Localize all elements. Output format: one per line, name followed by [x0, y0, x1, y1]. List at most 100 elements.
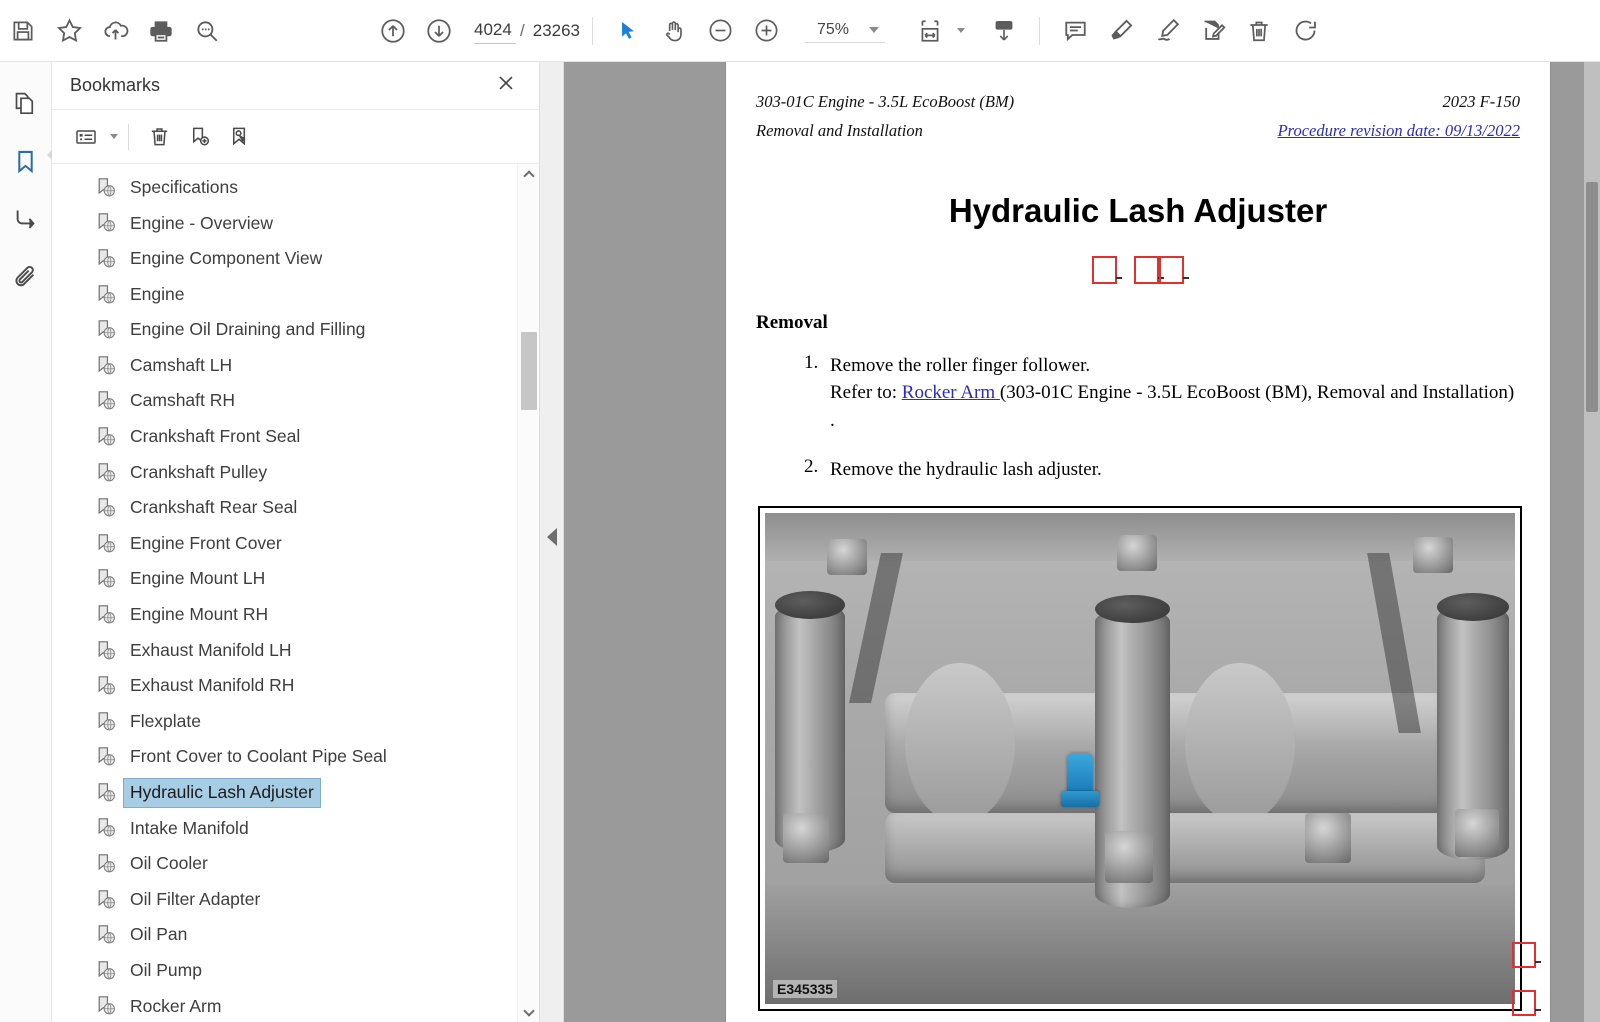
highlighted-lash-adjuster — [1067, 753, 1093, 795]
bookmark-item[interactable]: Flexplate — [52, 704, 539, 740]
document-viewport[interactable]: 303-01C Engine - 3.5L EcoBoost (BM) Remo… — [564, 62, 1600, 1022]
bookmarks-scrollbar[interactable] — [517, 164, 539, 1022]
step-number: 1. — [804, 352, 830, 435]
zoom-in-icon[interactable] — [743, 8, 789, 54]
missing-glyph-row — [756, 256, 1520, 284]
page-navigation-group: / 23263 — [370, 8, 580, 54]
main-toolbar: / 23263 — [0, 0, 1600, 62]
bookmark-item[interactable]: Hydraulic Lash Adjuster — [52, 775, 539, 811]
bookmark-page-icon — [96, 568, 118, 590]
bookmark-item[interactable]: Oil Pan — [52, 917, 539, 953]
bookmarks-scrollbar-thumb[interactable] — [521, 332, 537, 410]
bookmark-item[interactable]: Crankshaft Pulley — [52, 455, 539, 491]
trash-icon[interactable] — [1236, 8, 1282, 54]
bookmark-item[interactable]: Oil Pump — [52, 953, 539, 989]
page-title: Hydraulic Lash Adjuster — [756, 192, 1520, 230]
page-number-input[interactable] — [474, 18, 516, 44]
bookmark-page-icon — [96, 390, 118, 412]
document-scrollbar-thumb[interactable] — [1586, 182, 1598, 412]
chevron-down-icon[interactable] — [869, 27, 879, 33]
bookmark-item[interactable]: Oil Filter Adapter — [52, 882, 539, 918]
page-up-icon[interactable] — [370, 8, 416, 54]
procedure-step: 1. Remove the roller finger follower. Re… — [804, 352, 1520, 435]
bookmark-item[interactable]: Crankshaft Rear Seal — [52, 490, 539, 526]
document-running-header: 303-01C Engine - 3.5L EcoBoost (BM) Remo… — [756, 88, 1520, 146]
bookmark-item[interactable]: Engine Mount LH — [52, 562, 539, 598]
bookmark-item[interactable]: Camshaft RH — [52, 384, 539, 420]
step-reference-line: Refer to: Rocker Arm (303-01C Engine - 3… — [830, 379, 1520, 434]
bookmark-page-icon — [96, 248, 118, 270]
scroll-up-arrow-icon[interactable] — [518, 164, 539, 184]
hand-pan-icon[interactable] — [651, 8, 697, 54]
bookmark-item[interactable]: Engine Mount RH — [52, 597, 539, 633]
bookmark-item[interactable]: Intake Manifold — [52, 811, 539, 847]
close-icon[interactable] — [489, 66, 523, 105]
edit-bookmark-icon[interactable] — [219, 118, 259, 156]
bookmark-page-icon — [96, 889, 118, 911]
bookmark-page-icon — [96, 640, 118, 662]
rotate-icon[interactable] — [1282, 8, 1328, 54]
bookmark-page-icon — [96, 462, 118, 484]
highlight-icon[interactable] — [1098, 8, 1144, 54]
new-bookmark-icon[interactable] — [179, 118, 219, 156]
sidebar-item-layers[interactable] — [4, 194, 48, 244]
bookmark-item[interactable]: Exhaust Manifold RH — [52, 668, 539, 704]
panel-title: Bookmarks — [70, 75, 489, 96]
file-tools-group — [0, 8, 230, 54]
sidebar-item-attachments[interactable] — [4, 252, 48, 302]
search-icon[interactable] — [184, 8, 230, 54]
procedure-step: 2. Remove the hydraulic lash adjuster. — [804, 456, 1520, 484]
rocker-arm-link[interactable]: Rocker Arm — [902, 382, 1000, 403]
bookmark-item[interactable]: Engine - Overview — [52, 206, 539, 242]
fit-options-chevron-icon[interactable] — [957, 28, 965, 33]
figure-caption: E345335 — [773, 980, 837, 998]
bookmarks-scroll-region[interactable]: Specifications Engine - Overview Engine … — [52, 164, 539, 1022]
bookmark-label: Oil Pump — [124, 957, 208, 985]
bookmark-item[interactable]: Specifications — [52, 170, 539, 206]
scroll-down-arrow-icon[interactable] — [518, 1002, 539, 1022]
fit-page-width-icon[interactable] — [907, 8, 953, 54]
procedure-revision-link[interactable]: Procedure revision date: 09/13/2022 — [1278, 117, 1520, 146]
bookmark-item[interactable]: Engine Front Cover — [52, 526, 539, 562]
select-cursor-icon[interactable] — [605, 8, 651, 54]
star-icon[interactable] — [46, 8, 92, 54]
bookmark-item[interactable]: Front Cover to Coolant Pipe Seal — [52, 740, 539, 776]
bookmark-item[interactable]: Engine Component View — [52, 241, 539, 277]
bookmark-list: Specifications Engine - Overview Engine … — [52, 170, 539, 1022]
panel-collapse-handle[interactable] — [540, 62, 564, 1022]
header-right: 2023 F-150 Procedure revision date: 09/1… — [1278, 88, 1520, 146]
sidebar-item-page-thumbnails[interactable] — [4, 78, 48, 128]
zoom-level-control[interactable]: 75% — [805, 19, 885, 43]
bookmark-item[interactable]: Engine — [52, 277, 539, 313]
bookmark-item[interactable]: Engine Oil Draining and Filling — [52, 312, 539, 348]
options-chevron-icon[interactable] — [110, 134, 118, 139]
highlighted-lash-adjuster-base — [1061, 791, 1099, 807]
bookmark-label: Crankshaft Front Seal — [124, 423, 306, 451]
save-icon[interactable] — [0, 8, 46, 54]
stamp-edit-icon[interactable] — [1190, 8, 1236, 54]
print-icon[interactable] — [138, 8, 184, 54]
bookmark-item[interactable]: Exhaust Manifold LH — [52, 633, 539, 669]
bookmark-item[interactable]: Rocker Arm — [52, 989, 539, 1022]
bookmark-page-icon — [96, 177, 118, 199]
bookmark-page-icon — [96, 782, 118, 804]
options-menu-icon[interactable] — [66, 118, 106, 156]
sidebar-item-bookmarks[interactable] — [4, 136, 48, 186]
missing-glyph-box — [1512, 942, 1536, 968]
toolbar-divider-2 — [1039, 17, 1040, 45]
bookmark-item[interactable]: Camshaft LH — [52, 348, 539, 384]
comment-icon[interactable] — [1052, 8, 1098, 54]
zoom-out-icon[interactable] — [697, 8, 743, 54]
bookmark-label: Camshaft LH — [124, 352, 238, 380]
bookmark-item[interactable]: Crankshaft Front Seal — [52, 419, 539, 455]
document-scrollbar[interactable] — [1584, 62, 1600, 1022]
page-scroll-mode-icon[interactable] — [981, 8, 1027, 54]
bookmark-page-icon — [96, 355, 118, 377]
pdf-viewer-window: / 23263 — [0, 0, 1600, 1022]
left-nav-rail — [0, 62, 52, 1022]
page-down-icon[interactable] — [416, 8, 462, 54]
delete-bookmark-icon[interactable] — [139, 118, 179, 156]
cloud-upload-icon[interactable] — [92, 8, 138, 54]
sign-pen-icon[interactable] — [1144, 8, 1190, 54]
bookmark-item[interactable]: Oil Cooler — [52, 846, 539, 882]
